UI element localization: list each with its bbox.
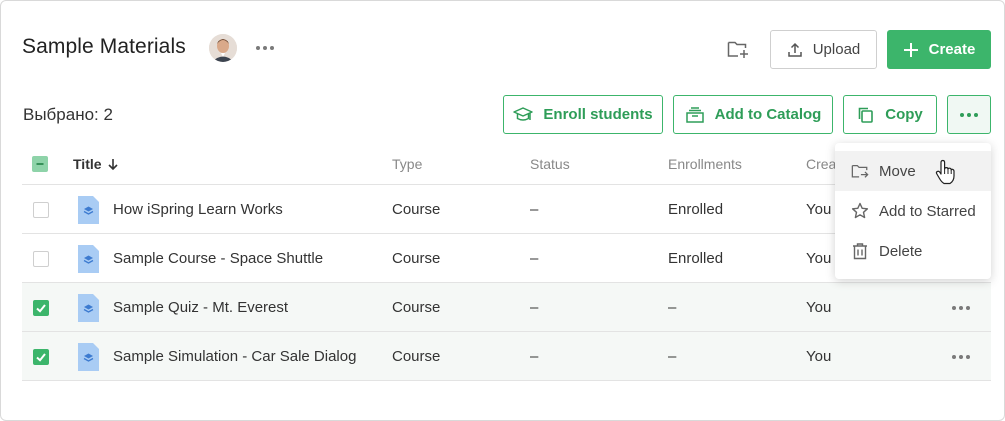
copy-icon: [857, 106, 875, 124]
graduation-cap-icon: [513, 106, 534, 124]
column-header-title[interactable]: Title: [73, 156, 120, 172]
table-row[interactable]: Sample Quiz - Mt. Everest Course – – You: [22, 283, 991, 332]
upload-icon: [787, 42, 803, 58]
row-enrollments: Enrolled: [668, 201, 724, 218]
course-file-icon: [78, 343, 99, 371]
course-file-icon: [78, 245, 99, 273]
row-type: Course: [392, 250, 441, 267]
row-checkbox[interactable]: [33, 202, 49, 218]
enroll-students-button[interactable]: Enroll students: [503, 95, 663, 134]
column-header-status[interactable]: Status: [530, 156, 570, 172]
row-enrollments: –: [668, 299, 677, 316]
row-created-by: You: [806, 348, 832, 365]
row-enrollments: Enrolled: [668, 250, 724, 267]
row-checkbox[interactable]: [33, 251, 49, 267]
row-created-by: You: [806, 250, 832, 267]
page-title: Sample Materials: [22, 35, 186, 58]
copy-button[interactable]: Copy: [843, 95, 937, 134]
sort-down-arrow-icon: [107, 159, 118, 171]
row-type: Course: [392, 299, 441, 316]
row-more-button[interactable]: [948, 299, 974, 317]
enroll-students-label: Enroll students: [543, 106, 653, 123]
row-status: –: [530, 348, 539, 365]
column-header-enrollments[interactable]: Enrollments: [668, 156, 742, 172]
row-type: Course: [392, 201, 441, 218]
selected-count: Выбрано: 2: [23, 105, 113, 124]
column-header-created[interactable]: Crea: [806, 156, 836, 172]
course-file-icon: [78, 196, 99, 224]
row-title[interactable]: Sample Course - Space Shuttle: [113, 250, 323, 267]
menu-item-label: Move: [879, 162, 916, 180]
more-dots-icon: [960, 112, 978, 117]
menu-item-add-to-starred[interactable]: Add to Starred: [835, 191, 991, 231]
menu-item-label: Delete: [879, 242, 923, 260]
row-created-by: You: [806, 201, 832, 218]
row-type: Course: [392, 348, 441, 365]
create-label: Create: [928, 41, 976, 58]
row-title[interactable]: Sample Quiz - Mt. Everest: [113, 299, 288, 316]
catalog-icon: [685, 106, 705, 124]
create-button[interactable]: Create: [887, 30, 991, 69]
content-panel: Sample Materials Upload Create Выбрано: …: [0, 0, 1005, 421]
upload-label: Upload: [812, 41, 861, 58]
menu-item-move[interactable]: Move: [835, 151, 991, 191]
avatar[interactable]: [209, 34, 237, 62]
row-status: –: [530, 299, 539, 316]
new-folder-button[interactable]: [725, 36, 751, 62]
more-options-button[interactable]: [251, 37, 279, 59]
row-status: –: [530, 201, 539, 218]
row-checkbox[interactable]: [33, 300, 49, 316]
trash-icon: [851, 242, 869, 260]
move-folder-icon: [851, 162, 869, 180]
more-actions-button[interactable]: [947, 95, 991, 134]
more-dots-icon: [256, 46, 274, 50]
row-checkbox[interactable]: [33, 349, 49, 365]
select-all-checkbox[interactable]: [32, 156, 48, 172]
menu-item-label: Add to Starred: [879, 202, 976, 220]
more-actions-menu: Move Add to Starred Delete: [835, 143, 991, 279]
row-title[interactable]: Sample Simulation - Car Sale Dialog: [113, 348, 356, 365]
upload-button[interactable]: Upload: [770, 30, 877, 69]
table-row[interactable]: Sample Simulation - Car Sale Dialog Cour…: [22, 332, 991, 381]
more-dots-icon: [952, 355, 970, 359]
row-status: –: [530, 250, 539, 267]
plus-icon: [903, 42, 919, 58]
row-title[interactable]: How iSpring Learn Works: [113, 201, 283, 218]
row-enrollments: –: [668, 348, 677, 365]
copy-label: Copy: [885, 106, 923, 123]
more-dots-icon: [952, 306, 970, 310]
row-created-by: You: [806, 299, 832, 316]
checkmark-icon: [36, 304, 46, 313]
column-header-type[interactable]: Type: [392, 156, 422, 172]
hand-pointer-cursor-icon: [935, 159, 955, 185]
course-file-icon: [78, 294, 99, 322]
add-to-catalog-label: Add to Catalog: [714, 106, 822, 123]
menu-item-delete[interactable]: Delete: [835, 231, 991, 271]
row-more-button[interactable]: [948, 348, 974, 366]
folder-plus-icon: [727, 41, 748, 58]
star-icon: [851, 202, 869, 220]
add-to-catalog-button[interactable]: Add to Catalog: [673, 95, 833, 134]
checkmark-icon: [36, 353, 46, 362]
